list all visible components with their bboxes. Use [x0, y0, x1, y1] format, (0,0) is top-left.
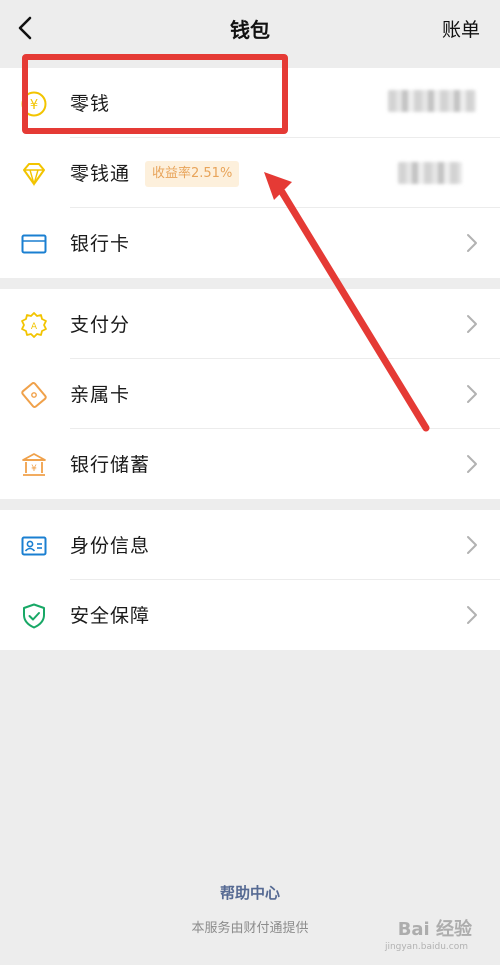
shield-check-icon [23, 603, 45, 629]
bank-card-icon [21, 234, 47, 254]
lingqiantong-amount-blurred [398, 162, 462, 184]
family-card-icon [21, 382, 47, 408]
chevron-right-icon [467, 455, 477, 473]
wallet-item-label: 零钱通 [70, 163, 131, 185]
chevron-right-icon [467, 536, 477, 554]
wallet-item-bank-savings[interactable]: ¥ 银行储蓄 [0, 429, 500, 499]
wallet-item-family-card[interactable]: 亲属卡 [0, 359, 500, 429]
chevron-right-icon [467, 315, 477, 333]
page-title: 钱包 [230, 18, 270, 42]
wallet-item-label: 银行卡 [70, 233, 131, 255]
wallet-item-security[interactable]: 安全保障 [0, 580, 500, 650]
help-center-link[interactable]: 帮助中心 [0, 882, 500, 903]
wallet-item-bank-card[interactable]: 银行卡 [0, 208, 500, 278]
bill-button[interactable]: 账单 [442, 15, 480, 42]
svg-text:A: A [31, 322, 38, 332]
chevron-right-icon [467, 234, 477, 252]
wallet-item-label: 亲属卡 [70, 384, 131, 406]
navigation-bar: 钱包 账单 [0, 0, 500, 56]
score-badge-icon: A [21, 312, 47, 338]
watermark-logo: Bai 经验 [397, 919, 472, 940]
wallet-item-label: 身份信息 [70, 535, 151, 557]
yield-rate-badge: 收益率2.51% [145, 161, 240, 187]
wallet-item-label: 安全保障 [70, 605, 151, 627]
wallet-item-identity-info[interactable]: 身份信息 [0, 510, 500, 580]
chevron-right-icon [467, 385, 477, 403]
bank-building-icon: ¥ [22, 453, 46, 476]
wallet-group-services: A 支付分 亲属卡 ¥ 银行储蓄 [0, 289, 500, 499]
diamond-icon [23, 163, 45, 187]
id-card-icon [21, 536, 47, 556]
chevron-right-icon [467, 606, 477, 624]
wallet-item-label: 银行储蓄 [70, 454, 151, 476]
wallet-item-lingqiantong[interactable]: 零钱通 [0, 138, 500, 208]
wallet-group-security: 身份信息 安全保障 [0, 510, 500, 650]
wallet-item-pay-score[interactable]: A 支付分 [0, 289, 500, 359]
balance-amount-blurred [388, 90, 476, 112]
annotation-highlight-box [22, 54, 288, 134]
svg-text:¥: ¥ [31, 464, 37, 474]
wallet-item-label: 支付分 [70, 314, 131, 336]
watermark-url: jingyan.baidu.com [384, 942, 468, 952]
